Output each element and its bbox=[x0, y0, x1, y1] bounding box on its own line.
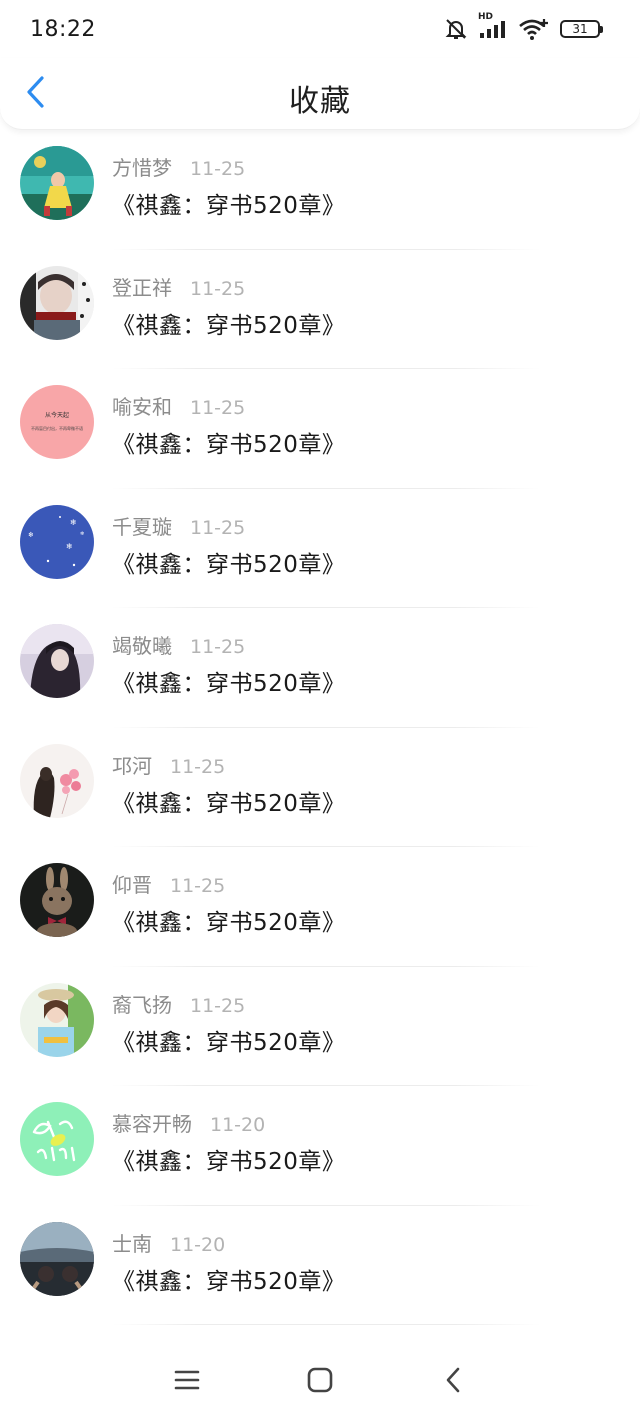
book-title: 《祺鑫：穿书520章》 bbox=[112, 671, 346, 697]
home-icon bbox=[306, 1366, 334, 1398]
item-date: 11-25 bbox=[190, 994, 246, 1017]
item-meta: 喻安和 11-25 bbox=[112, 391, 245, 420]
svg-text:❄: ❄ bbox=[28, 531, 34, 539]
list-item[interactable]: 邛河 11-25 《祺鑫：穿书520章》 bbox=[0, 728, 640, 847]
item-meta: 竭敬曦 11-25 bbox=[112, 630, 245, 659]
avatar-text-line-2: 不再盲目付出，不再卑微不语 bbox=[31, 425, 83, 431]
menu-icon bbox=[174, 1369, 200, 1395]
status-icons: HD 31 bbox=[444, 12, 603, 41]
book-title: 《祺鑫：穿书520章》 bbox=[112, 1149, 346, 1175]
book-title: 《祺鑫：穿书520章》 bbox=[112, 432, 346, 458]
list-item[interactable]: 士南 11-20 《祺鑫：穿书520章》 bbox=[0, 1206, 640, 1325]
avatar: 从今天起 不再盲目付出，不再卑微不语 bbox=[20, 385, 94, 459]
author-name: 喻安和 bbox=[112, 395, 172, 419]
item-meta: 邛河 11-25 bbox=[112, 750, 225, 779]
mute-bell-icon bbox=[444, 17, 468, 41]
item-meta: 登正祥 11-25 bbox=[112, 272, 245, 301]
list-item[interactable]: 登正祥 11-25 《祺鑫：穿书520章》 bbox=[0, 250, 640, 369]
item-date: 11-25 bbox=[170, 875, 226, 897]
avatar bbox=[20, 863, 94, 937]
battery-level: 31 bbox=[572, 22, 588, 36]
system-nav-bar bbox=[0, 1342, 640, 1422]
book-title: 《祺鑫：穿书520章》 bbox=[112, 910, 346, 936]
book-title: 《祺鑫：穿书520章》 bbox=[112, 312, 346, 339]
network-type-label: HD bbox=[478, 12, 494, 22]
item-meta: 仰晋 11-25 bbox=[112, 869, 225, 898]
app-root: 18:22 HD 31 收藏 方惜梦 11-25 《祺鑫：穿书520章》 登正祥… bbox=[0, 0, 640, 1422]
home-button[interactable] bbox=[295, 1357, 345, 1407]
author-name: 慕容开畅 bbox=[112, 1112, 192, 1136]
back-icon bbox=[443, 1366, 463, 1398]
avatar bbox=[20, 1221, 94, 1296]
item-meta: 千夏璇 11-25 bbox=[112, 511, 245, 540]
list-item[interactable]: 仰晋 11-25 《祺鑫：穿书520章》 bbox=[0, 847, 640, 967]
wifi-icon bbox=[518, 17, 550, 41]
avatar bbox=[20, 743, 94, 818]
avatar: ❄ ❄ ❄ ❄ bbox=[20, 504, 94, 579]
book-title: 《祺鑫：穿书520章》 bbox=[112, 1029, 346, 1056]
item-date: 11-25 bbox=[190, 516, 246, 539]
divider bbox=[112, 1324, 540, 1325]
battery-icon: 31 bbox=[560, 20, 603, 38]
list-item[interactable]: 裔飞扬 11-25 《祺鑫：穿书520章》 bbox=[0, 967, 640, 1086]
author-name: 邛河 bbox=[112, 753, 152, 778]
item-meta: 方惜梦 11-25 bbox=[112, 152, 245, 181]
avatar bbox=[20, 265, 94, 340]
status-time: 18:22 bbox=[30, 16, 96, 42]
author-name: 方惜梦 bbox=[112, 156, 172, 180]
author-name: 士南 bbox=[112, 1231, 152, 1256]
status-bar: 18:22 HD 31 bbox=[0, 0, 640, 58]
list-item[interactable]: 竭敬曦 11-25 《祺鑫：穿书520章》 bbox=[0, 608, 640, 728]
menu-button[interactable] bbox=[162, 1357, 212, 1407]
item-date: 11-25 bbox=[190, 397, 246, 419]
author-name: 裔飞扬 bbox=[112, 992, 172, 1017]
author-name: 仰晋 bbox=[112, 873, 152, 897]
avatar-text-line-1: 从今天起 bbox=[45, 411, 69, 419]
signal-icon: HD bbox=[478, 12, 508, 40]
list-item[interactable]: 从今天起 不再盲目付出，不再卑微不语 喻安和 11-25 《祺鑫：穿书520章》 bbox=[0, 369, 640, 489]
book-title: 《祺鑫：穿书520章》 bbox=[112, 193, 346, 219]
book-title: 《祺鑫：穿书520章》 bbox=[112, 790, 346, 817]
header: 收藏 bbox=[0, 58, 640, 130]
list-item[interactable]: ❄ ❄ ❄ ❄ 千夏璇 11-25 《祺鑫：穿书520章》 bbox=[0, 489, 640, 608]
item-date: 11-25 bbox=[190, 277, 246, 300]
nav-back-button[interactable] bbox=[428, 1357, 478, 1407]
avatar bbox=[20, 982, 94, 1057]
item-date: 11-20 bbox=[170, 1233, 226, 1256]
author-name: 竭敬曦 bbox=[112, 634, 172, 658]
book-title: 《祺鑫：穿书520章》 bbox=[112, 1268, 346, 1295]
item-date: 11-25 bbox=[190, 636, 246, 658]
item-meta: 慕容开畅 11-20 bbox=[112, 1108, 265, 1137]
svg-text:❄: ❄ bbox=[66, 542, 73, 551]
item-meta: 裔飞扬 11-25 bbox=[112, 989, 245, 1018]
item-date: 11-25 bbox=[190, 158, 246, 180]
avatar bbox=[20, 1102, 94, 1176]
item-date: 11-20 bbox=[210, 1114, 266, 1136]
svg-text:❄: ❄ bbox=[80, 531, 84, 537]
favorites-list: 方惜梦 11-25 《祺鑫：穿书520章》 登正祥 11-25 《祺鑫：穿书52… bbox=[0, 130, 640, 1325]
avatar bbox=[20, 146, 94, 220]
author-name: 千夏璇 bbox=[112, 514, 172, 539]
book-title: 《祺鑫：穿书520章》 bbox=[112, 551, 346, 578]
avatar bbox=[20, 624, 94, 698]
item-date: 11-25 bbox=[170, 755, 226, 778]
item-meta: 士南 11-20 bbox=[112, 1228, 225, 1257]
author-name: 登正祥 bbox=[112, 275, 172, 300]
list-item[interactable]: 慕容开畅 11-20 《祺鑫：穿书520章》 bbox=[0, 1086, 640, 1206]
svg-text:❄: ❄ bbox=[70, 518, 77, 527]
list-item[interactable]: 方惜梦 11-25 《祺鑫：穿书520章》 bbox=[0, 130, 640, 250]
page-title: 收藏 bbox=[289, 84, 351, 119]
